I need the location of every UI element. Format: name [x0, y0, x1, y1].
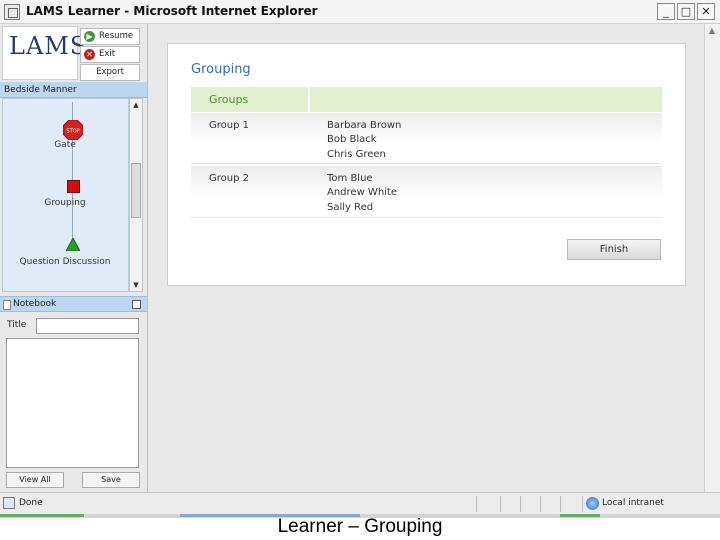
resume-label: Resume [99, 31, 134, 41]
minimize-button[interactable]: _ [657, 3, 675, 20]
play-icon: ▶ [84, 31, 95, 42]
group-member: Bob Black [327, 134, 377, 145]
window-title: LAMS Learner - Microsoft Internet Explor… [26, 4, 318, 18]
green-triangle-icon[interactable] [66, 238, 80, 251]
sequence-scrollbar[interactable]: ▲ ▼ [129, 98, 143, 292]
lams-logo: LAMS [2, 26, 86, 80]
export-label: Export [96, 67, 124, 77]
group-member: Chris Green [327, 149, 386, 160]
status-divider [500, 496, 501, 512]
view-all-button[interactable]: View All [6, 472, 64, 488]
group-member: Barbara Brown [327, 120, 402, 131]
status-divider [540, 496, 541, 512]
browser-icon [4, 4, 20, 20]
groups-header-label: Groups [209, 93, 249, 106]
scroll-up-icon[interactable]: ▲ [130, 99, 142, 111]
header-divider [308, 87, 310, 112]
notebook-toggle-icon[interactable] [132, 300, 141, 309]
learner-name-header: Bedside Manner [0, 82, 147, 98]
red-square-icon[interactable] [67, 180, 80, 193]
notebook-icon [3, 300, 11, 310]
title-bar: LAMS Learner - Microsoft Internet Explor… [0, 0, 720, 24]
page-done-icon [3, 497, 15, 509]
group-row [191, 113, 662, 164]
stop-sign-text: STOP [66, 129, 79, 135]
stop-sign-icon[interactable]: STOP [63, 120, 83, 140]
security-zone-text: Local intranet [602, 498, 664, 508]
notebook-title: Notebook [13, 299, 57, 309]
exit-button[interactable]: ✕ Exit [80, 46, 140, 63]
groups-table-header [191, 87, 662, 112]
notebook-header: Notebook [0, 296, 147, 312]
scroll-down-icon[interactable]: ▼ [130, 279, 142, 291]
close-button[interactable]: ✕ [697, 3, 715, 20]
scroll-up-arrow-icon[interactable]: ▲ [704, 24, 720, 38]
status-divider [560, 496, 561, 512]
intranet-globe-icon [586, 497, 599, 510]
activity-label-gate[interactable]: Gate [2, 140, 128, 150]
exit-label: Exit [99, 49, 116, 59]
notebook-title-input[interactable] [36, 318, 139, 334]
status-divider [476, 496, 477, 512]
slide-caption: Learner – Grouping [277, 516, 443, 537]
scroll-thumb[interactable] [131, 163, 141, 218]
page-scrollbar[interactable] [704, 24, 720, 492]
resume-button[interactable]: ▶ Resume [80, 28, 140, 45]
status-text: Done [19, 498, 43, 508]
group-name: Group 2 [209, 173, 249, 184]
finish-button[interactable]: Finish [567, 239, 661, 260]
group-member: Andrew White [327, 187, 398, 198]
status-bar: Done Local intranet [0, 492, 720, 514]
notebook-title-label: Title [7, 320, 27, 330]
logo-text: LAMS [9, 32, 88, 60]
exit-icon: ✕ [84, 49, 95, 60]
notebook-body-textarea[interactable] [6, 338, 139, 468]
status-divider [582, 496, 583, 512]
save-button[interactable]: Save [82, 472, 140, 488]
export-button[interactable]: Export [80, 64, 140, 81]
group-row [191, 166, 662, 218]
maximize-button[interactable]: □ [677, 3, 695, 20]
activity-label-question-discussion[interactable]: Question Discussion [2, 257, 128, 267]
group-name: Group 1 [209, 120, 249, 131]
activity-label-grouping[interactable]: Grouping [2, 198, 128, 208]
group-member: Sally Red [327, 202, 374, 213]
page-title: Grouping [191, 62, 251, 77]
status-divider [520, 496, 521, 512]
group-member: Tom Blue [327, 173, 373, 184]
